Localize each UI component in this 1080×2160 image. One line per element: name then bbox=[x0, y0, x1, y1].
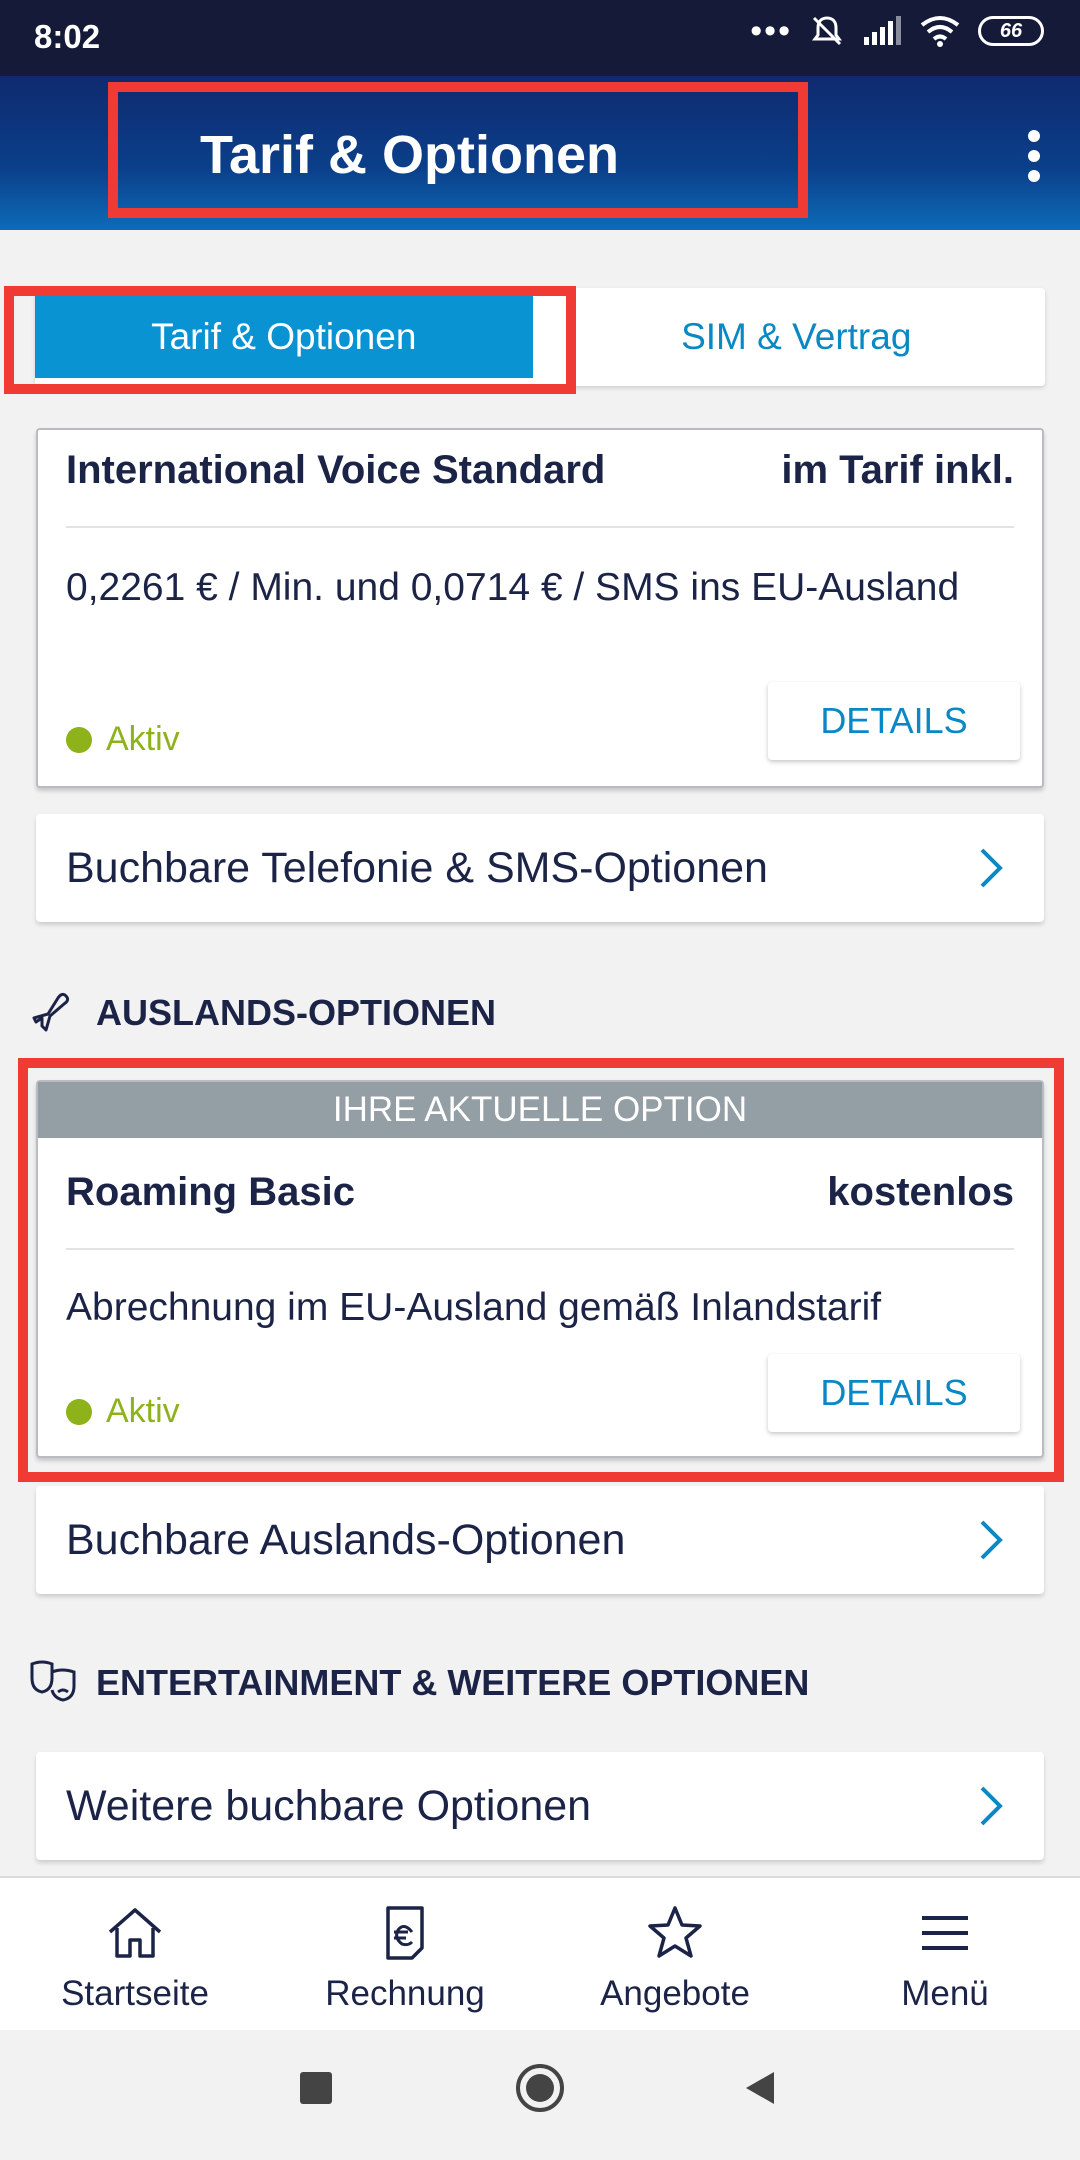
star-icon bbox=[648, 1906, 702, 1958]
status-label: Aktiv bbox=[106, 720, 180, 758]
nav-label: Rechnung bbox=[325, 1974, 485, 2013]
divider bbox=[66, 1248, 1014, 1250]
battery-icon: 66 bbox=[978, 16, 1044, 46]
section-entertainment: ENTERTAINMENT & WEITERE OPTIONEN bbox=[28, 1658, 809, 1708]
section-abroad-options: AUSLANDS-OPTIONEN bbox=[28, 988, 496, 1038]
option-price: kostenlos bbox=[827, 1170, 1014, 1214]
chevron-right-icon bbox=[980, 848, 1003, 888]
status-label: Aktiv bbox=[106, 1392, 180, 1430]
divider bbox=[66, 526, 1014, 528]
voice-option-card: International Voice Standard im Tarif in… bbox=[36, 428, 1044, 788]
link-label: Buchbare Telefonie & SMS-Optionen bbox=[66, 844, 768, 892]
section-title: ENTERTAINMENT & WEITERE OPTIONEN bbox=[96, 1662, 810, 1703]
status-bar: 8:02 ••• 66 bbox=[0, 0, 1080, 76]
airplane-icon bbox=[32, 992, 70, 1032]
nav-label: Menü bbox=[901, 1974, 989, 2013]
section-title: AUSLANDS-OPTIONEN bbox=[96, 992, 497, 1033]
bottom-navigation: Startseite Rechnung Angebote Menü bbox=[0, 1876, 1080, 2030]
app-header: Tarif & Optionen bbox=[0, 76, 1080, 230]
nav-label: Angebote bbox=[600, 1974, 750, 2013]
recent-apps-icon[interactable] bbox=[298, 2070, 334, 2106]
invoice-euro-icon bbox=[386, 1906, 424, 1960]
tab-tarif-optionen[interactable]: Tarif & Optionen bbox=[35, 296, 533, 378]
system-navigation-bar bbox=[0, 2030, 1080, 2160]
option-description: Abrechnung im EU-Ausland gemäß Inlandsta… bbox=[66, 1286, 882, 1329]
status-time: 8:02 bbox=[34, 18, 101, 55]
status-active: Aktiv bbox=[66, 720, 180, 759]
back-icon[interactable] bbox=[742, 2070, 778, 2106]
page-title: Tarif & Optionen bbox=[200, 125, 619, 185]
option-title: Roaming Basic bbox=[66, 1170, 355, 1214]
bell-muted-icon bbox=[812, 16, 842, 46]
details-button[interactable]: DETAILS bbox=[768, 682, 1020, 760]
nav-item-rechnung[interactable]: Rechnung bbox=[270, 1878, 540, 2030]
option-price: im Tarif inkl. bbox=[781, 448, 1014, 492]
telephony-options-link[interactable]: Buchbare Telefonie & SMS-Optionen bbox=[36, 814, 1044, 922]
home-button-icon[interactable] bbox=[514, 2062, 566, 2114]
abroad-options-link[interactable]: Buchbare Auslands-Optionen bbox=[36, 1486, 1044, 1594]
more-options-icon[interactable] bbox=[1028, 130, 1042, 182]
more-notifications-icon: ••• bbox=[750, 12, 792, 50]
signal-icon bbox=[864, 16, 901, 45]
link-label: Buchbare Auslands-Optionen bbox=[66, 1516, 626, 1564]
tab-bar: Tarif & Optionen SIM & Vertrag bbox=[35, 288, 1045, 386]
option-description: 0,2261 € / Min. und 0,0714 € / SMS ins E… bbox=[66, 566, 960, 609]
theater-masks-icon bbox=[30, 1660, 76, 1702]
nav-item-angebote[interactable]: Angebote bbox=[540, 1878, 810, 2030]
status-icons: ••• 66 bbox=[750, 14, 1044, 48]
home-icon bbox=[108, 1908, 162, 1958]
tab-sim-vertrag[interactable]: SIM & Vertrag bbox=[548, 288, 1046, 386]
link-label: Weitere buchbare Optionen bbox=[66, 1782, 592, 1830]
chevron-right-icon bbox=[980, 1520, 1003, 1560]
nav-item-startseite[interactable]: Startseite bbox=[0, 1878, 270, 2030]
option-title: International Voice Standard bbox=[66, 448, 606, 492]
hamburger-menu-icon bbox=[922, 1916, 968, 1950]
details-button[interactable]: DETAILS bbox=[768, 1354, 1020, 1432]
chevron-right-icon bbox=[980, 1786, 1003, 1826]
more-options-link[interactable]: Weitere buchbare Optionen bbox=[36, 1752, 1044, 1860]
wifi-icon bbox=[920, 16, 960, 47]
current-option-banner: IHRE AKTUELLE OPTION bbox=[38, 1082, 1042, 1138]
status-dot-icon bbox=[66, 1398, 92, 1425]
status-active: Aktiv bbox=[66, 1392, 180, 1431]
roaming-option-card: IHRE AKTUELLE OPTION Roaming Basic koste… bbox=[36, 1080, 1044, 1458]
nav-item-menu[interactable]: Menü bbox=[810, 1878, 1080, 2030]
nav-label: Startseite bbox=[61, 1974, 209, 2013]
status-dot-icon bbox=[66, 726, 92, 753]
